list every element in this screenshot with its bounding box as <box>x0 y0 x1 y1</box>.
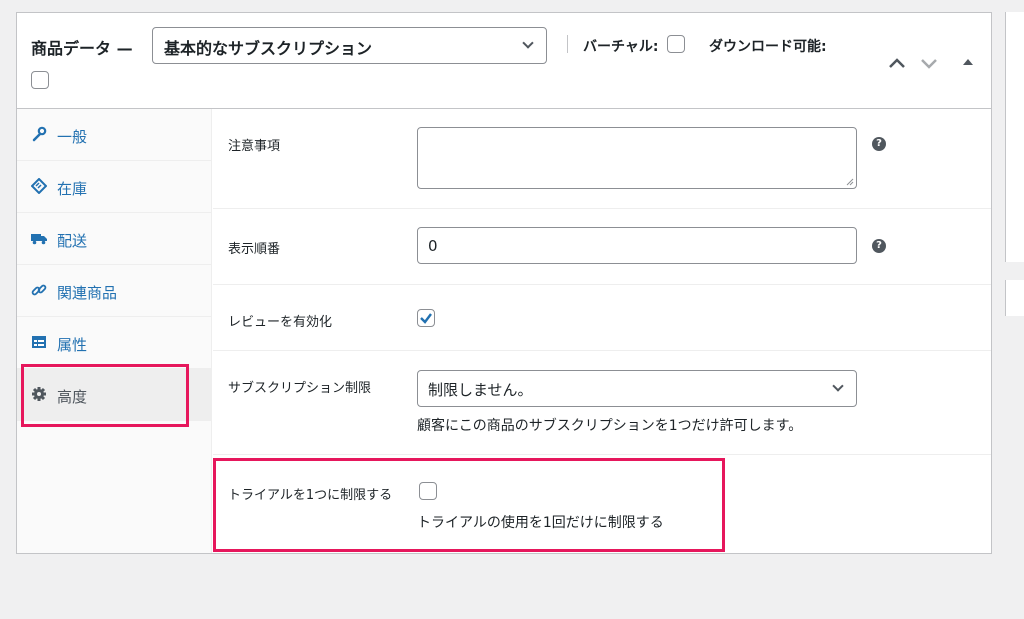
tab-label: 属性 <box>57 336 88 354</box>
chevron-down-icon <box>832 380 844 392</box>
purchase-note-textarea[interactable] <box>417 127 857 189</box>
link-icon <box>31 284 47 296</box>
highlight-limit-trial <box>213 458 725 552</box>
tab-label: 配送 <box>57 232 88 250</box>
tab-label: 関連商品 <box>57 284 118 302</box>
tab-general[interactable]: 一般 <box>17 109 211 161</box>
purchase-note-label: 注意事項 <box>228 139 281 154</box>
move-down-icon[interactable] <box>919 56 939 70</box>
menu-order-value: 0 <box>428 237 438 255</box>
product-data-header: 商品データ — 基本的なサブスクリプション バーチャル: ダウンロード可能: <box>17 13 991 109</box>
product-data-tabs: 一般 在庫 配送 関連商品 属性 高度 <box>17 109 212 553</box>
help-icon[interactable]: ? <box>872 239 886 253</box>
side-panel-edge <box>1005 12 1024 262</box>
table-icon <box>32 336 46 348</box>
virtual-checkbox[interactable] <box>667 35 685 53</box>
tab-label: 在庫 <box>57 180 88 198</box>
menu-order-label: 表示順番 <box>228 242 281 257</box>
tab-linked-products[interactable]: 関連商品 <box>17 265 211 317</box>
subscription-limit-select[interactable]: 制限しません。 <box>417 370 857 407</box>
purchase-note-row: 注意事項 ? <box>213 109 991 209</box>
side-panel-edge <box>1005 280 1024 316</box>
chevron-down-icon <box>522 37 534 49</box>
menu-order-input[interactable]: 0 <box>417 227 857 264</box>
tab-inventory[interactable]: 在庫 <box>17 161 211 213</box>
tab-attributes[interactable]: 属性 <box>17 317 211 369</box>
subscription-limit-description: 顧客にこの商品のサブスクリプションを1つだけ許可します。 <box>417 418 803 434</box>
subscription-limit-value: 制限しません。 <box>428 381 533 399</box>
product-type-value: 基本的なサブスクリプション <box>164 39 373 58</box>
downloadable-label: ダウンロード可能: <box>709 39 827 55</box>
enable-reviews-checkbox[interactable] <box>417 309 435 327</box>
tab-shipping[interactable]: 配送 <box>17 213 211 265</box>
product-data-title: 商品データ — <box>31 39 133 58</box>
product-type-select[interactable]: 基本的なサブスクリプション <box>152 27 547 64</box>
tab-label: 一般 <box>57 128 88 146</box>
highlight-advanced-tab <box>21 364 189 427</box>
help-icon[interactable]: ? <box>872 137 886 151</box>
tag-icon <box>31 178 47 194</box>
truck-icon <box>31 234 47 245</box>
resize-handle-icon[interactable] <box>846 178 854 186</box>
checkmark-icon <box>420 313 432 324</box>
downloadable-checkbox[interactable] <box>31 71 49 89</box>
toggle-panel-icon[interactable] <box>961 55 975 67</box>
header-divider <box>567 35 568 53</box>
menu-order-row: 表示順番 0 ? <box>213 209 991 285</box>
enable-reviews-row: レビューを有効化 <box>213 285 991 351</box>
subscription-limit-row: サブスクリプション制限 制限しません。 顧客にこの商品のサブスクリプションを1つ… <box>213 351 991 455</box>
move-up-icon[interactable] <box>887 56 907 70</box>
subscription-limit-label: サブスクリプション制限 <box>228 381 372 396</box>
virtual-label: バーチャル: <box>583 39 659 55</box>
enable-reviews-label: レビューを有効化 <box>228 315 333 330</box>
wrench-icon <box>32 126 47 142</box>
